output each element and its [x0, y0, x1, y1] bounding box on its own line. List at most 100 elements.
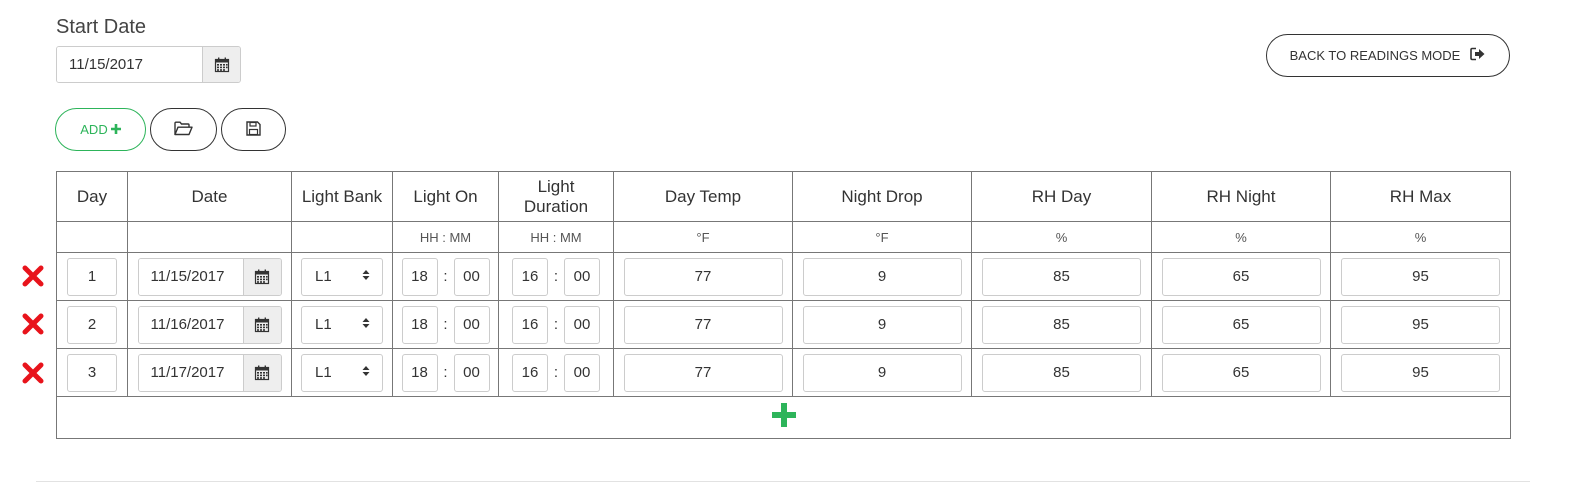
column-header: Day: [56, 171, 128, 222]
duration-minute-input[interactable]: [564, 305, 600, 344]
row-date-picker[interactable]: [137, 353, 282, 392]
add-row-cell: [56, 396, 1511, 439]
night-drop-input[interactable]: [802, 305, 962, 344]
time-separator: :: [553, 316, 559, 333]
column-header: Light Bank: [291, 171, 393, 222]
light-on-minute-input[interactable]: [453, 257, 490, 296]
row-date-input[interactable]: [138, 306, 243, 343]
column-unit: [291, 221, 393, 253]
table-header-row: Day Date Light Bank Light On Light Durat…: [56, 171, 1511, 222]
rh-night-input[interactable]: [1161, 257, 1321, 296]
row-date-input[interactable]: [138, 258, 243, 295]
sort-icon: [362, 364, 370, 381]
column-header: Light On: [392, 171, 499, 222]
row-date-picker[interactable]: [137, 305, 282, 344]
table-unit-row: HH : MM HH : MM °F °F % % %: [56, 221, 1511, 253]
add-row-icon[interactable]: [771, 402, 797, 433]
light-on-hour-input[interactable]: [401, 257, 438, 296]
rh-night-input[interactable]: [1161, 353, 1321, 392]
column-header: Day Temp: [613, 171, 793, 222]
start-date-picker[interactable]: [56, 46, 241, 83]
start-date-input[interactable]: [57, 47, 202, 82]
plus-icon: [110, 122, 121, 137]
calendar-icon[interactable]: [202, 47, 240, 82]
section-divider: [36, 481, 1530, 482]
rh-day-input[interactable]: [982, 257, 1141, 296]
day-temp-input[interactable]: [623, 353, 783, 392]
day-input[interactable]: [67, 305, 117, 344]
light-bank-select[interactable]: L1: [301, 353, 383, 392]
night-drop-input[interactable]: [802, 257, 962, 296]
sort-icon: [362, 268, 370, 285]
back-to-readings-button[interactable]: BACK TO READINGS MODE: [1266, 34, 1510, 77]
light-bank-value: L1: [315, 364, 332, 381]
sign-out-icon: [1470, 47, 1486, 64]
rh-day-input[interactable]: [982, 353, 1141, 392]
time-separator: :: [553, 268, 559, 285]
duration-minute-input[interactable]: [564, 257, 600, 296]
add-row-row: [56, 396, 1511, 439]
light-bank-value: L1: [315, 268, 332, 285]
column-header: RH Max: [1330, 171, 1511, 222]
day-input[interactable]: [67, 353, 117, 392]
light-bank-select[interactable]: L1: [301, 305, 383, 344]
delete-row-icon[interactable]: [20, 360, 46, 386]
row-date-picker[interactable]: [137, 257, 282, 296]
rh-max-input[interactable]: [1341, 305, 1500, 344]
column-unit: %: [1151, 221, 1331, 253]
light-on-minute-input[interactable]: [453, 305, 490, 344]
schedule-toolbar: ADD: [55, 108, 286, 151]
column-unit: HH : MM: [392, 221, 499, 253]
column-unit: %: [1330, 221, 1511, 253]
back-to-readings-label: BACK TO READINGS MODE: [1289, 48, 1461, 63]
save-button[interactable]: [221, 108, 286, 151]
time-separator: :: [553, 364, 559, 381]
duration-hour-input[interactable]: [512, 353, 548, 392]
rh-max-input[interactable]: [1341, 353, 1500, 392]
time-separator: :: [443, 316, 448, 333]
light-on-hour-input[interactable]: [401, 305, 438, 344]
column-unit: [56, 221, 128, 253]
column-unit: °F: [792, 221, 972, 253]
night-drop-input[interactable]: [802, 353, 962, 392]
table-row: L1 : :: [56, 300, 1511, 349]
column-header: RH Night: [1151, 171, 1331, 222]
calendar-icon[interactable]: [242, 258, 281, 295]
light-bank-value: L1: [315, 316, 332, 333]
light-bank-select[interactable]: L1: [301, 257, 383, 296]
light-on-hour-input[interactable]: [401, 353, 438, 392]
column-unit: [127, 221, 292, 253]
folder-open-icon: [174, 121, 193, 139]
rh-night-input[interactable]: [1161, 305, 1321, 344]
time-separator: :: [443, 268, 448, 285]
schedule-table: Day Date Light Bank Light On Light Durat…: [56, 171, 1511, 439]
duration-hour-input[interactable]: [512, 305, 548, 344]
delete-row-icon[interactable]: [20, 311, 46, 337]
column-header: Night Drop: [792, 171, 972, 222]
duration-hour-input[interactable]: [512, 257, 548, 296]
column-unit: °F: [613, 221, 793, 253]
add-button-label: ADD: [80, 122, 108, 137]
duration-minute-input[interactable]: [564, 353, 600, 392]
light-on-minute-input[interactable]: [453, 353, 490, 392]
time-separator: :: [443, 364, 448, 381]
rh-day-input[interactable]: [982, 305, 1141, 344]
floppy-disk-icon: [246, 120, 261, 139]
table-row: L1 : :: [56, 348, 1511, 397]
column-header: RH Day: [971, 171, 1152, 222]
column-unit: %: [971, 221, 1152, 253]
day-input[interactable]: [67, 257, 117, 296]
delete-row-icon[interactable]: [20, 263, 46, 289]
open-file-button[interactable]: [150, 108, 217, 151]
calendar-icon[interactable]: [242, 306, 281, 343]
rh-max-input[interactable]: [1341, 257, 1500, 296]
add-button[interactable]: ADD: [55, 108, 146, 151]
column-header: Date: [127, 171, 292, 222]
day-temp-input[interactable]: [623, 305, 783, 344]
table-row: L1 : :: [56, 252, 1511, 301]
column-header: Light Duration: [498, 171, 614, 222]
row-date-input[interactable]: [138, 354, 243, 391]
day-temp-input[interactable]: [623, 257, 783, 296]
sort-icon: [362, 316, 370, 333]
calendar-icon[interactable]: [242, 354, 281, 391]
